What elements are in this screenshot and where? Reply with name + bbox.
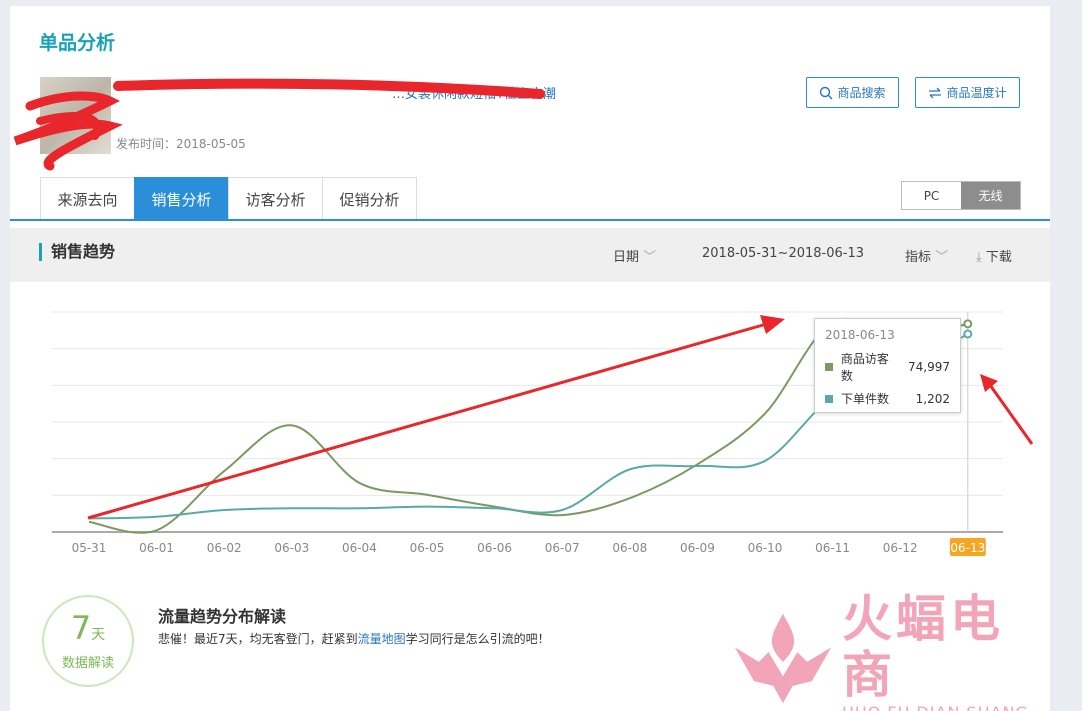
annotation-arrow-head bbox=[760, 315, 785, 334]
main-panel: 单品分析 …女装休闲款短袖T恤上衣潮 发布时间：2018-05-05 商品搜索 … bbox=[10, 6, 1050, 711]
x-tick-label: 06-08 bbox=[612, 541, 647, 555]
x-tick-label: 06-10 bbox=[748, 541, 783, 555]
x-tick-label: 06-02 bbox=[207, 541, 242, 555]
chart-tooltip: 2018-06-13 商品访客数 74,997 下单件数 1,202 bbox=[814, 318, 961, 413]
interpretation-text-after: 学习同行是怎么引流的吧！ bbox=[405, 632, 550, 646]
product-thumbnail[interactable] bbox=[40, 77, 111, 154]
product-search-label: 商品搜索 bbox=[837, 86, 886, 100]
badge-number: 7 bbox=[70, 609, 92, 647]
tab-visitors[interactable]: 访客分析 bbox=[228, 177, 323, 220]
trend-header: 销售趋势 日期 ﹀ 2018-05-31~2018-06-13 指标 ﹀ ⤓ 下… bbox=[10, 228, 1050, 282]
page-title: 单品分析 bbox=[39, 32, 116, 54]
x-tick-label: 06-12 bbox=[883, 541, 918, 555]
watermark-cn: 火蝠电商 bbox=[841, 590, 1004, 704]
search-icon bbox=[820, 86, 833, 99]
tab-underline bbox=[10, 219, 1050, 221]
product-thermometer-button[interactable]: 商品温度计 bbox=[915, 77, 1020, 108]
interpretation-title: 流量趋势分布解读 bbox=[158, 607, 287, 626]
device-toggle: PC 无线 bbox=[901, 181, 1021, 210]
product-search-button[interactable]: 商品搜索 bbox=[806, 77, 899, 108]
annotation-arrow-head-2 bbox=[980, 374, 998, 392]
tab-promotion[interactable]: 促销分析 bbox=[322, 177, 417, 220]
annotation-arrow-line bbox=[87, 321, 771, 520]
download-label: 下载 bbox=[985, 250, 1012, 265]
series-point-1 bbox=[963, 329, 973, 339]
seven-day-badge: 7天 数据解读 bbox=[42, 595, 134, 687]
chevron-down-icon: ﹀ bbox=[935, 250, 949, 265]
x-tick-label: 06-04 bbox=[342, 541, 377, 555]
tooltip-row-orders: 下单件数 1,202 bbox=[825, 390, 950, 407]
badge-label: 数据解读 bbox=[61, 656, 114, 671]
date-range[interactable]: 2018-05-31~2018-06-13 bbox=[702, 246, 864, 261]
tooltip-value: 74,997 bbox=[908, 360, 950, 374]
x-tick-label: 06-03 bbox=[274, 541, 309, 555]
date-dropdown[interactable]: 日期 ﹀ bbox=[613, 246, 656, 265]
tooltip-date: 2018-06-13 bbox=[825, 328, 895, 342]
interpretation-text-before: 悲催！最近7天，均无客登门，赶紧到 bbox=[158, 632, 358, 646]
watermark: 火蝠电商 HUO FU DIAN SHANG bbox=[730, 591, 1050, 711]
device-wireless-button[interactable]: 无线 bbox=[961, 182, 1020, 209]
tab-source[interactable]: 来源去向 bbox=[40, 177, 135, 220]
metric-dropdown-label: 指标 bbox=[905, 250, 932, 265]
device-pc-button[interactable]: PC bbox=[902, 182, 961, 209]
interpretation-text: 悲催！最近7天，均无客登门，赶紧到流量地图学习同行是怎么引流的吧！ bbox=[158, 630, 550, 647]
x-tick-label: 05-31 bbox=[72, 541, 107, 555]
download-button[interactable]: ⤓ 下载 bbox=[976, 246, 1012, 265]
product-thermometer-label: 商品温度计 bbox=[946, 86, 1007, 100]
bat-logo-icon bbox=[734, 613, 832, 703]
x-tick-label: 06-13 bbox=[950, 541, 985, 555]
publish-time: 发布时间：2018-05-05 bbox=[116, 137, 246, 151]
tab-sales[interactable]: 销售分析 bbox=[134, 177, 229, 220]
x-tick-label: 06-01 bbox=[139, 541, 174, 555]
series-point-0 bbox=[963, 319, 973, 329]
tooltip-row-visitors: 商品访客数 74,997 bbox=[825, 350, 950, 384]
download-icon: ⤓ bbox=[976, 250, 982, 265]
watermark-en: HUO FU DIAN SHANG bbox=[842, 703, 1050, 711]
metric-dropdown[interactable]: 指标 ﹀ bbox=[905, 246, 948, 265]
legend-swatch bbox=[825, 363, 833, 371]
x-tick-label: 06-05 bbox=[410, 541, 445, 555]
annotation-arrow-line-2 bbox=[988, 384, 1034, 445]
tooltip-value: 1,202 bbox=[915, 391, 950, 406]
x-tick-label: 06-07 bbox=[545, 541, 580, 555]
analysis-tabs: 来源去向 销售分析 访客分析 促销分析 bbox=[40, 177, 417, 220]
date-dropdown-label: 日期 bbox=[613, 250, 640, 265]
swap-icon bbox=[929, 87, 942, 98]
x-tick-label: 06-11 bbox=[815, 541, 850, 555]
chevron-down-icon: ﹀ bbox=[643, 250, 657, 265]
legend-swatch bbox=[825, 394, 833, 403]
tooltip-label: 商品访客数 bbox=[840, 352, 889, 383]
product-title[interactable]: …女装休闲款短袖T恤上衣潮 bbox=[116, 83, 556, 102]
badge-unit: 天 bbox=[91, 627, 106, 643]
x-tick-label: 06-09 bbox=[680, 541, 715, 555]
traffic-map-link[interactable]: 流量地图 bbox=[358, 632, 406, 646]
x-tick-label: 06-06 bbox=[477, 541, 512, 555]
tooltip-label: 下单件数 bbox=[841, 392, 890, 406]
trend-title: 销售趋势 bbox=[39, 243, 115, 261]
